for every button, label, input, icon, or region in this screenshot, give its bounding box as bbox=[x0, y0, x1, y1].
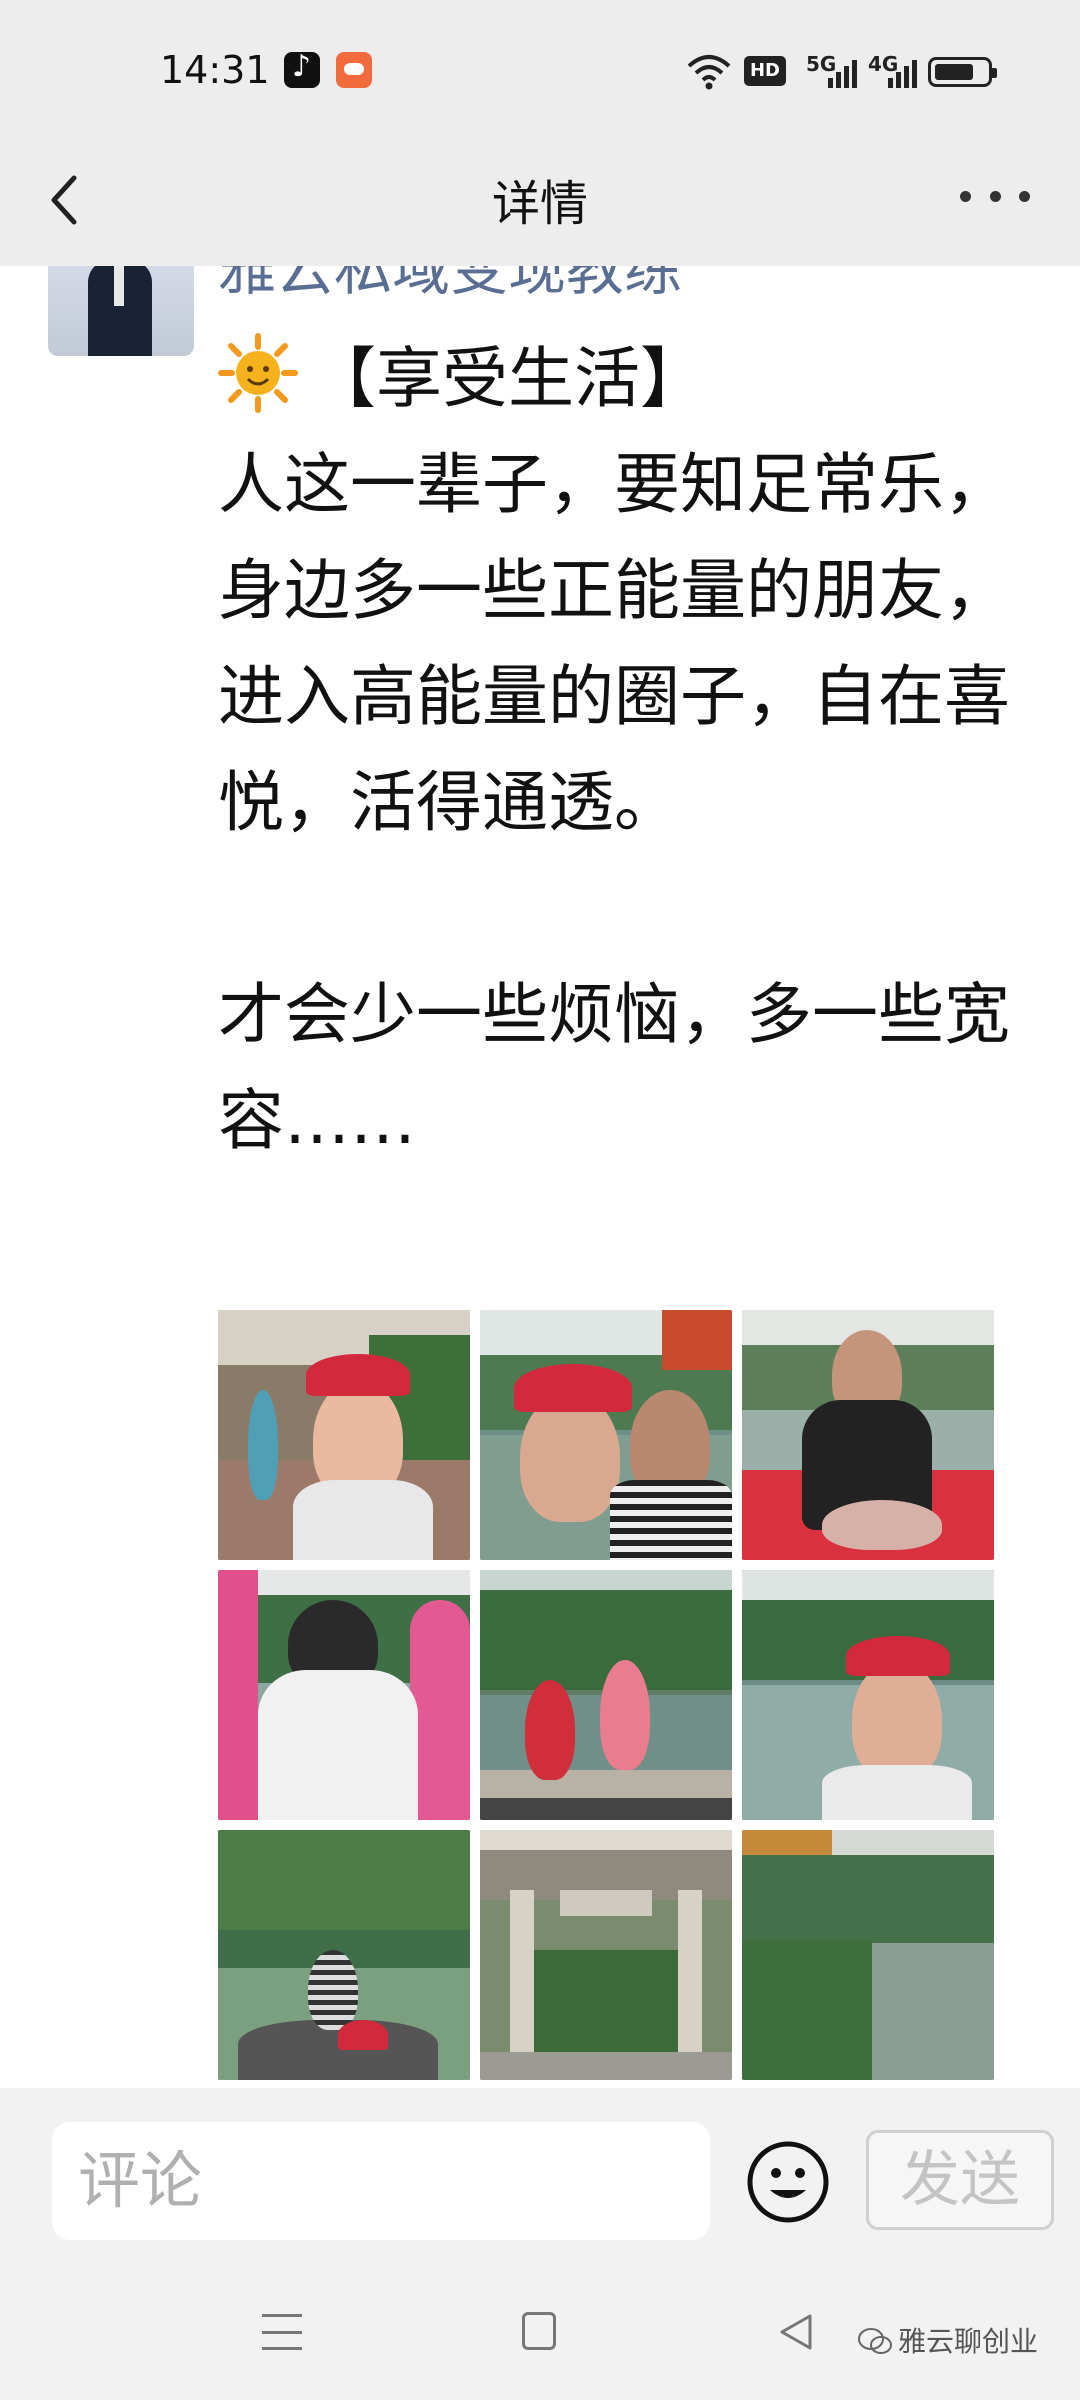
5g-signal-icon bbox=[828, 58, 858, 88]
avatar[interactable] bbox=[48, 266, 194, 356]
wechat-icon bbox=[858, 2328, 892, 2354]
menu-icon[interactable] bbox=[262, 2314, 302, 2350]
photo-8[interactable] bbox=[480, 1830, 732, 2080]
battery-icon bbox=[928, 57, 997, 87]
tiktok-icon bbox=[284, 49, 320, 88]
photo-4[interactable] bbox=[218, 1570, 470, 1820]
comment-bar: 评论 发送 bbox=[0, 2088, 1080, 2268]
post-text: 【享受生活】 人这一辈子，要知足常乐，身边多一些正能量的朋友，进入高能量的圈子，… bbox=[218, 340, 1010, 1159]
system-nav-bar: 雅云聊创业 bbox=[0, 2268, 1080, 2400]
4g-signal-icon bbox=[888, 58, 918, 88]
photo-6[interactable] bbox=[742, 1570, 994, 1820]
photo-2[interactable] bbox=[480, 1310, 732, 1560]
wifi-icon bbox=[687, 55, 731, 90]
status-bar: 14:31 HD 5G 4G bbox=[0, 0, 1080, 140]
photo-1[interactable] bbox=[218, 1310, 470, 1560]
photo-7[interactable] bbox=[218, 1830, 470, 2080]
sun-emoji-icon bbox=[218, 333, 298, 413]
game-icon bbox=[336, 52, 372, 88]
photo-3[interactable] bbox=[742, 1310, 994, 1560]
hd-icon: HD bbox=[744, 56, 786, 86]
page-title: 详情 bbox=[491, 176, 588, 232]
post-detail: 雅云私域变现教练 【享受生活】 人这一辈子，要知足常乐，身边多一些正能量的朋友，… bbox=[0, 266, 1080, 2088]
back-nav-icon[interactable] bbox=[778, 2312, 814, 2352]
post-text-block: 【享受生活】 人这一辈子，要知足常乐，身边多一些正能量的朋友，进入高能量的圈子，… bbox=[218, 326, 1058, 1174]
author-name[interactable]: 雅云私域变现教练 bbox=[218, 266, 682, 306]
comment-input[interactable]: 评论 bbox=[52, 2122, 710, 2240]
photo-5[interactable] bbox=[480, 1570, 732, 1820]
watermark: 雅云聊创业 bbox=[858, 2320, 1038, 2360]
photo-9[interactable] bbox=[742, 1830, 994, 2080]
more-options-icon[interactable] bbox=[960, 178, 1030, 214]
nav-bar: 详情 bbox=[0, 140, 1080, 266]
send-button[interactable]: 发送 bbox=[866, 2130, 1054, 2230]
watermark-text: 雅云聊创业 bbox=[898, 2325, 1039, 2358]
status-time: 14:31 bbox=[160, 48, 270, 92]
home-icon[interactable] bbox=[522, 2312, 556, 2350]
emoji-icon[interactable] bbox=[746, 2140, 830, 2224]
photo-grid bbox=[218, 1310, 994, 2080]
